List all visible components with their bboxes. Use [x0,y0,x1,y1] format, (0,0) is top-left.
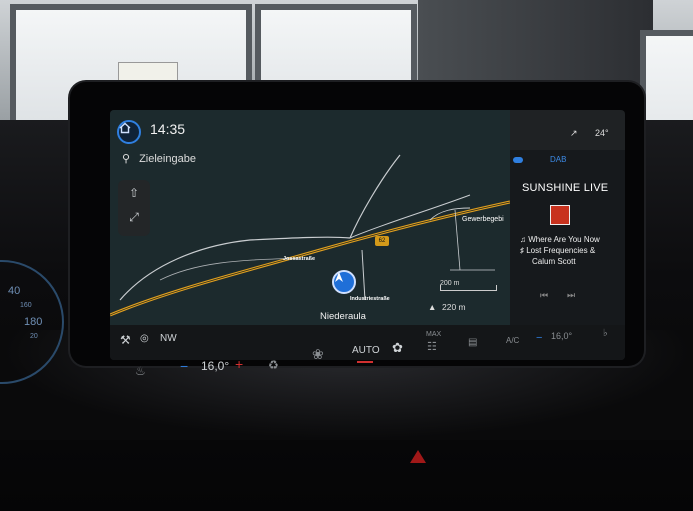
track-info: ♫ Where Are You Now ♯ Lost Frequencies &… [520,234,600,267]
map-tools: ⇧ ⤢ [118,180,150,236]
vehicle-position-icon [332,270,356,294]
current-place: Niederaula [320,311,366,322]
home-button[interactable] [117,120,141,144]
right-temp-down-button[interactable]: − [536,332,542,344]
compass-icon[interactable]: ◎ [140,333,149,344]
hazard-button[interactable] [410,450,426,463]
outside-temperature: 24° [595,128,609,138]
auto-indicator [357,361,373,363]
map-scale-bar [440,285,497,291]
home-icon [119,122,131,134]
photo-scene: 40 160 180 20 14:35 ⚲ Zieleingabe ⇧ ⤢ Jo… [0,0,693,511]
next-button[interactable]: ⏭ [567,290,589,301]
destination-search[interactable]: ⚲ Zieleingabe [122,152,196,166]
gauge-mark: 40 [8,285,21,297]
seat-heating-icon[interactable]: ♨ [135,364,146,378]
search-icon: ⚲ [122,153,131,165]
track-artist: Lost Frequencies & [526,246,596,255]
ac-button[interactable]: A/C [506,336,519,345]
fan-icon[interactable]: ❀ [312,346,324,363]
seat-icon[interactable]: ♭ [603,328,608,339]
search-label: Zieleingabe [139,152,196,165]
left-temperature: 16,0° [201,359,230,373]
map-roads [110,154,510,317]
navigation-arrow-icon[interactable]: ⇧ [126,186,142,202]
station-name: SUNSHINE LIVE [522,182,609,194]
recirculation-icon[interactable]: ♻ [268,358,279,372]
road-number-sign: 62 [375,236,389,246]
tools-icon[interactable]: ⚒ [120,333,131,347]
max-defrost-label[interactable]: MAX [426,331,441,338]
auto-button[interactable]: AUTO [352,345,380,356]
heading-label: NW [160,333,177,344]
gauge-mark: 160 [20,302,32,309]
infotainment-screen: 14:35 ⚲ Zieleingabe ⇧ ⤢ Jossastraße Indu… [110,110,625,360]
windshield-defrost-icon[interactable]: ☷ [427,340,437,353]
street-label: Industriestraße [350,296,390,302]
defrost-icon[interactable]: ✿ [392,340,403,356]
clock-time: 14:35 [150,121,186,137]
navigation-map[interactable]: 14:35 ⚲ Zieleingabe ⇧ ⤢ Jossastraße Indu… [110,110,510,325]
street-label: Gewerbegebi [462,216,504,223]
elevation-value: 220 m [442,302,466,312]
track-artist: Calum Scott [532,257,576,266]
gauge-mark: 180 [24,316,43,328]
track-title: Where Are You Now [528,235,600,244]
connection-icon: ↗ [570,128,578,138]
temp-down-button[interactable]: − [180,358,188,374]
mountain-icon: ▲ [428,302,437,312]
temp-up-button[interactable]: + [235,356,243,372]
expand-icon[interactable]: ⤢ [126,210,142,226]
gauge-mark: 20 [30,333,38,340]
radio-source: DAB [550,155,567,164]
station-logo [550,205,570,225]
music-note-icon: ♫ [520,235,526,244]
artist-icon: ♯ [520,246,524,255]
right-temperature: 16,0° [551,331,573,341]
rear-defrost-icon[interactable]: ▤ [468,337,477,348]
previous-button[interactable]: ⏮ [540,290,562,301]
radio-signal-icon [513,157,523,163]
street-label: Jossastraße [283,256,316,262]
